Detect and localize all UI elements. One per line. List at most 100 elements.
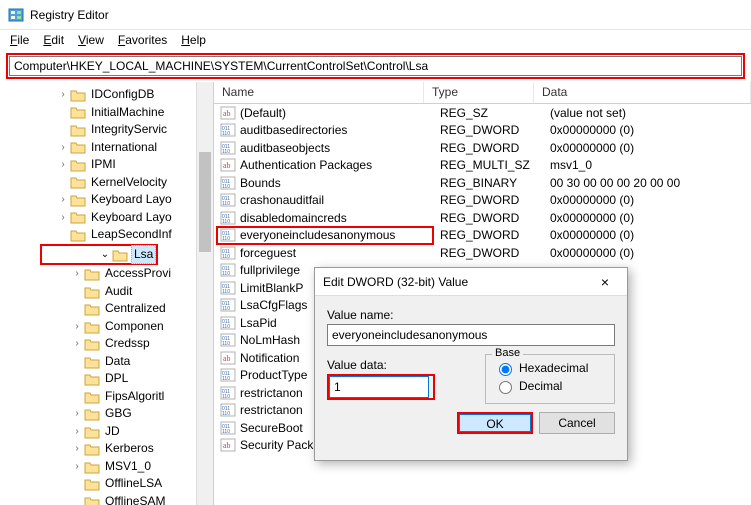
- list-row[interactable]: abAuthentication PackagesREG_MULTI_SZmsv…: [214, 157, 751, 175]
- menu-help[interactable]: Help: [175, 31, 212, 49]
- binary-value-icon: 011110: [220, 246, 236, 260]
- tree-label: Centralized: [103, 300, 168, 318]
- ok-button[interactable]: OK: [457, 412, 533, 434]
- binary-value-icon: 011110: [220, 298, 236, 312]
- tree-scrollbar[interactable]: [196, 82, 213, 505]
- value-data: 0x00000000 (0): [550, 193, 751, 207]
- tree-item[interactable]: ›Componen: [0, 318, 213, 336]
- list-row[interactable]: 011110auditbaseobjectsREG_DWORD0x0000000…: [214, 139, 751, 157]
- address-input[interactable]: [9, 56, 742, 76]
- value-name: everyoneincludesanonymous: [240, 228, 440, 242]
- folder-icon: [84, 372, 100, 386]
- folder-icon: [70, 210, 86, 224]
- list-header[interactable]: Name Type Data: [214, 82, 751, 104]
- chevron-right-icon[interactable]: ›: [70, 405, 84, 423]
- address-row: [0, 50, 751, 82]
- chevron-right-icon[interactable]: ›: [70, 423, 84, 441]
- folder-icon: [84, 302, 100, 316]
- radio-hex[interactable]: [499, 363, 512, 376]
- chevron-right-icon[interactable]: ›: [56, 86, 70, 104]
- value-name: Bounds: [240, 176, 440, 190]
- list-row[interactable]: 011110BoundsREG_BINARY00 30 00 00 00 20 …: [214, 174, 751, 192]
- menu-edit[interactable]: Edit: [37, 31, 70, 49]
- tree-item[interactable]: DPL: [0, 370, 213, 388]
- chevron-down-icon[interactable]: ⌄: [98, 246, 112, 264]
- string-value-icon: ab: [220, 438, 236, 452]
- tree-label: Keyboard Layo: [89, 191, 174, 209]
- chevron-right-icon[interactable]: ›: [56, 191, 70, 209]
- list-row[interactable]: 011110everyoneincludesanonymousREG_DWORD…: [214, 227, 751, 245]
- list-row[interactable]: 011110disabledomaincredsREG_DWORD0x00000…: [214, 209, 751, 227]
- chevron-right-icon[interactable]: ›: [56, 139, 70, 157]
- col-header-name[interactable]: Name: [214, 82, 424, 103]
- tree-item[interactable]: ›JD: [0, 423, 213, 441]
- tree-item[interactable]: ›Credssp: [0, 335, 213, 353]
- tree-item[interactable]: ›Kerberos: [0, 440, 213, 458]
- dialog-titlebar[interactable]: Edit DWORD (32-bit) Value ×: [315, 268, 627, 296]
- cancel-button[interactable]: Cancel: [539, 412, 615, 434]
- tree-item[interactable]: ›International: [0, 139, 213, 157]
- chevron-right-icon[interactable]: ›: [70, 318, 84, 336]
- value-type: REG_MULTI_SZ: [440, 158, 550, 172]
- tree-item[interactable]: ›IPMI: [0, 156, 213, 174]
- folder-icon: [84, 337, 100, 351]
- tree-item[interactable]: ›MSV1_0: [0, 458, 213, 476]
- chevron-right-icon[interactable]: ›: [70, 265, 84, 283]
- chevron-right-icon[interactable]: ›: [70, 335, 84, 353]
- radio-hex-row[interactable]: Hexadecimal: [494, 359, 606, 377]
- svg-text:110: 110: [222, 394, 230, 400]
- folder-icon: [84, 390, 100, 404]
- tree-item[interactable]: ›IDConfigDB: [0, 86, 213, 104]
- tree-pane[interactable]: ›IDConfigDBInitialMachineIntegrityServic…: [0, 82, 214, 505]
- tree-item[interactable]: OfflineLSA: [0, 475, 213, 493]
- close-icon[interactable]: ×: [591, 274, 619, 290]
- base-label: Base: [492, 347, 523, 359]
- chevron-right-icon[interactable]: ›: [70, 440, 84, 458]
- value-name: disabledomaincreds: [240, 211, 440, 225]
- tree-item[interactable]: Audit: [0, 283, 213, 301]
- menu-bar: File Edit View Favorites Help: [0, 30, 751, 50]
- col-header-data[interactable]: Data: [534, 82, 751, 103]
- list-row[interactable]: 011110auditbasedirectoriesREG_DWORD0x000…: [214, 122, 751, 140]
- tree-item[interactable]: ⌄Lsa: [42, 246, 156, 264]
- chevron-right-icon[interactable]: ›: [70, 458, 84, 476]
- svg-text:110: 110: [222, 289, 230, 295]
- value-data: 0x00000000 (0): [550, 211, 751, 225]
- folder-icon: [84, 442, 100, 456]
- tree-item[interactable]: OfflineSAM: [0, 493, 213, 505]
- value-type: REG_DWORD: [440, 228, 550, 242]
- tree-item[interactable]: IntegrityServic: [0, 121, 213, 139]
- list-row[interactable]: 011110forceguestREG_DWORD0x00000000 (0): [214, 244, 751, 262]
- list-row[interactable]: ab(Default)REG_SZ(value not set): [214, 104, 751, 122]
- radio-dec-row[interactable]: Decimal: [494, 377, 606, 395]
- menu-view[interactable]: View: [72, 31, 110, 49]
- tree-item[interactable]: FipsAlgoritl: [0, 388, 213, 406]
- tree-item[interactable]: Centralized: [0, 300, 213, 318]
- tree-item[interactable]: ›GBG: [0, 405, 213, 423]
- chevron-right-icon[interactable]: ›: [56, 209, 70, 227]
- folder-icon: [70, 193, 86, 207]
- tree-label: Keyboard Layo: [89, 209, 174, 227]
- tree-item[interactable]: LeapSecondInf: [0, 226, 213, 244]
- tree-item[interactable]: Data: [0, 353, 213, 371]
- value-name-field[interactable]: [327, 324, 615, 346]
- svg-text:ab: ab: [223, 109, 231, 118]
- list-row[interactable]: 011110crashonauditfailREG_DWORD0x0000000…: [214, 192, 751, 210]
- binary-value-icon: 011110: [220, 386, 236, 400]
- tree-item[interactable]: › AccessProvi: [0, 265, 213, 283]
- tree-label: AccessProvi: [103, 265, 173, 283]
- tree-item[interactable]: KernelVelocity: [0, 174, 213, 192]
- value-data-field[interactable]: [329, 376, 429, 398]
- folder-icon: [84, 477, 100, 491]
- chevron-right-icon[interactable]: ›: [56, 156, 70, 174]
- tree-item[interactable]: › Keyboard Layo: [0, 191, 213, 209]
- value-name: crashonauditfail: [240, 193, 440, 207]
- svg-text:110: 110: [222, 376, 230, 382]
- menu-favorites[interactable]: Favorites: [112, 31, 173, 49]
- menu-file[interactable]: File: [4, 31, 35, 49]
- radio-dec[interactable]: [499, 381, 512, 394]
- tree-item[interactable]: › Keyboard Layo: [0, 209, 213, 227]
- col-header-type[interactable]: Type: [424, 82, 534, 103]
- tree-item[interactable]: InitialMachine: [0, 104, 213, 122]
- value-type: REG_DWORD: [440, 123, 550, 137]
